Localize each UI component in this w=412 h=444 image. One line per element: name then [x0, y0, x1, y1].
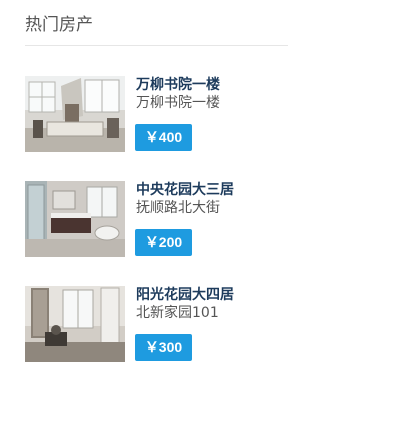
price-button[interactable]: ￥300 — [135, 334, 192, 361]
room-photo-icon — [25, 76, 125, 152]
property-item: 阳光花园大四居 北新家园101 ￥300 — [25, 286, 288, 362]
widget-title: 热门房产 — [25, 15, 93, 35]
property-address: 万柳书院一楼 — [136, 95, 220, 111]
price-button[interactable]: ￥200 — [135, 229, 192, 256]
property-thumbnail[interactable] — [25, 181, 125, 257]
property-name[interactable]: 万柳书院一楼 — [136, 76, 220, 94]
room-photo-icon — [25, 286, 125, 362]
property-item: 中央花园大三居 抚顺路北大街 ￥200 — [25, 181, 288, 257]
property-name[interactable]: 阳光花园大四居 — [136, 286, 234, 304]
property-address: 抚顺路北大街 — [136, 200, 220, 216]
property-item: 万柳书院一楼 万柳书院一楼 ￥400 — [25, 76, 288, 152]
property-thumbnail[interactable] — [25, 286, 125, 362]
property-name[interactable]: 中央花园大三居 — [136, 181, 234, 199]
bathroom-photo-icon — [25, 181, 125, 257]
title-divider — [25, 45, 288, 46]
price-button[interactable]: ￥400 — [135, 124, 192, 151]
property-address: 北新家园101 — [136, 305, 219, 321]
property-thumbnail[interactable] — [25, 76, 125, 152]
